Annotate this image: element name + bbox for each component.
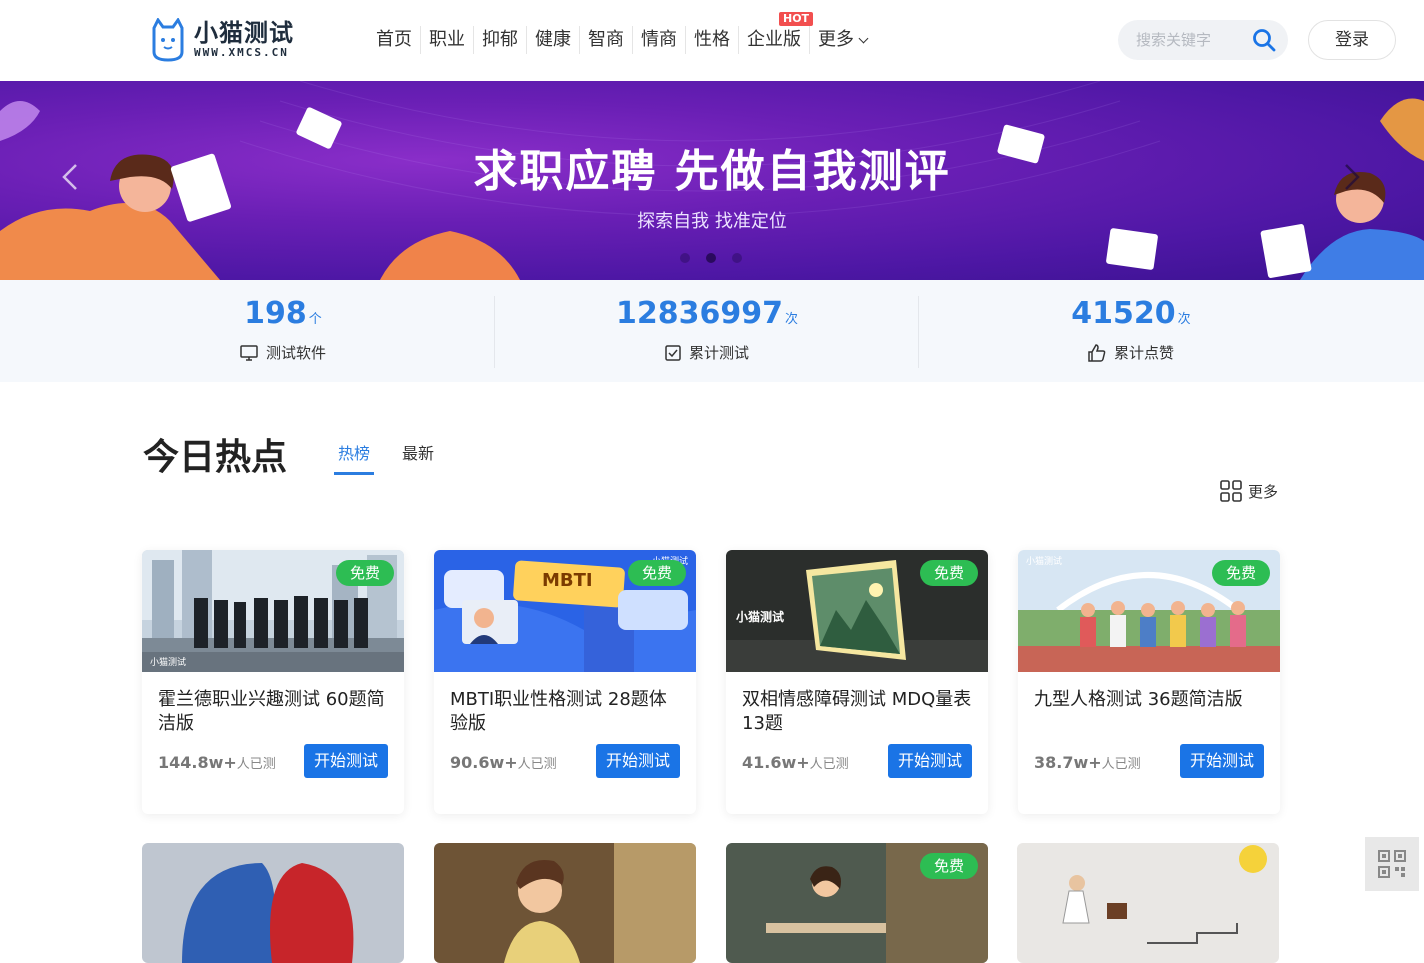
nav-iq[interactable]: 智商 xyxy=(580,26,633,54)
card-art-label: MBTI xyxy=(542,570,593,591)
stat-value: 41520 xyxy=(1071,296,1176,331)
free-badge: 免费 xyxy=(919,560,978,586)
card-count-suffix: 人已测 xyxy=(809,757,849,772)
stat-label: 测试软件 xyxy=(265,344,326,362)
card-image: MBTI 小猫测试 免费 xyxy=(434,550,696,672)
card-count-suffix: 人已测 xyxy=(236,757,276,772)
nav-home[interactable]: 首页 xyxy=(368,26,421,54)
free-badge: 免费 xyxy=(335,560,394,586)
login-button[interactable]: 登录 xyxy=(1308,20,1396,60)
section-tabs: 热榜 最新 xyxy=(334,438,438,475)
banner-prev-arrow-icon[interactable] xyxy=(62,163,78,191)
tab-latest[interactable]: 最新 xyxy=(398,438,438,475)
banner-title: 求职应聘 先做自我测评 xyxy=(473,146,951,197)
test-card[interactable]: MBTI 小猫测试 免费 MBTI职业性格测试 28题体验版 90.6w+人已测… xyxy=(434,550,696,814)
free-badge: 免费 xyxy=(1211,560,1270,586)
test-card[interactable]: 小猫测试 免费 霍兰德职业兴趣测试 60题简洁版 144.8w+人已测 开始测试 xyxy=(142,550,404,814)
stat-unit: 次 xyxy=(784,312,798,327)
card-watermark: 小猫测试 xyxy=(736,610,785,624)
free-badge: 免费 xyxy=(627,560,686,586)
main-nav: 首页 职业 抑郁 健康 智商 情商 性格 企业版 HOT 更多 xyxy=(368,12,875,56)
stat-unit: 次 xyxy=(1177,312,1191,327)
test-card-image[interactable] xyxy=(434,843,696,963)
card-image: 小猫测试 免费 xyxy=(726,550,988,672)
logo-title: 小猫测试 xyxy=(194,19,294,47)
start-test-button[interactable]: 开始测试 xyxy=(596,744,680,778)
more-link[interactable]: 更多 xyxy=(1220,480,1278,502)
start-test-button[interactable]: 开始测试 xyxy=(888,744,972,778)
cat-logo-icon xyxy=(152,18,184,62)
stat-software: 198 个 测试软件 xyxy=(71,280,495,382)
checkbox-icon xyxy=(665,344,681,361)
test-card-image[interactable]: 免费 xyxy=(726,843,988,963)
monitor-icon xyxy=(240,344,258,361)
qr-code-icon xyxy=(1378,850,1406,878)
logo-domain: WWW.XMCS.CN xyxy=(194,46,289,59)
banner-subtitle: 探索自我 找准定位 xyxy=(637,211,787,232)
test-card[interactable]: 小猫测试 免费 双相情感障碍测试 MDQ量表13题 41.6w+人已测 开始测试 xyxy=(726,550,988,814)
stat-label: 累计点赞 xyxy=(1113,344,1174,362)
card-image: 小猫测试 免费 xyxy=(142,550,404,672)
nav-more-label: 更多 xyxy=(818,29,854,50)
card-count: 38.7w+ xyxy=(1034,753,1102,772)
card-title[interactable]: 九型人格测试 36题简洁版 xyxy=(1034,688,1266,712)
card-title[interactable]: 双相情感障碍测试 MDQ量表13题 xyxy=(742,688,974,736)
free-badge: 免费 xyxy=(919,853,978,879)
card-count-suffix: 人已测 xyxy=(517,757,557,772)
grid-icon xyxy=(1220,480,1242,502)
nav-health[interactable]: 健康 xyxy=(527,26,580,54)
site-header: 小猫测试 WWW.XMCS.CN 首页 职业 抑郁 健康 智商 情商 性格 企业… xyxy=(0,0,1424,80)
test-card[interactable]: 小猫测试 免费 九型人格测试 36题简洁版 38.7w+人已测 开始测试 xyxy=(1018,550,1280,814)
site-logo[interactable]: 小猫测试 WWW.XMCS.CN xyxy=(150,16,340,64)
banner-dot-active[interactable] xyxy=(706,253,716,263)
stat-label: 累计测试 xyxy=(688,344,749,362)
search-icon[interactable] xyxy=(1252,28,1276,52)
stats-bar: 198 个 测试软件 12836997 次 累计测试 41520 次 累计点赞 xyxy=(0,280,1424,382)
search-box xyxy=(1118,20,1288,60)
qr-code-button[interactable] xyxy=(1365,837,1419,891)
card-count: 90.6w+ xyxy=(450,753,518,772)
test-card-image[interactable] xyxy=(142,843,404,963)
card-count-suffix: 人已测 xyxy=(1101,757,1141,772)
thumbs-up-icon xyxy=(1088,343,1106,362)
nav-enterprise-label: 企业版 xyxy=(747,29,801,50)
banner-dot[interactable] xyxy=(680,253,690,263)
nav-enterprise[interactable]: 企业版 HOT xyxy=(739,12,814,54)
banner-pagination xyxy=(680,253,742,263)
section-title: 今日热点 xyxy=(143,437,288,478)
hero-banner[interactable]: 求职应聘 先做自我测评 探索自我 找准定位 xyxy=(0,81,1424,280)
start-test-button[interactable]: 开始测试 xyxy=(304,744,388,778)
more-label: 更多 xyxy=(1248,482,1279,501)
card-watermark: 小猫测试 xyxy=(150,658,187,668)
card-title[interactable]: 霍兰德职业兴趣测试 60题简洁版 xyxy=(158,688,390,736)
hot-badge: HOT xyxy=(779,12,814,26)
card-title[interactable]: MBTI职业性格测试 28题体验版 xyxy=(450,688,682,736)
banner-next-arrow-icon[interactable] xyxy=(1344,163,1360,191)
start-test-button[interactable]: 开始测试 xyxy=(1180,744,1264,778)
test-card-image[interactable] xyxy=(1017,843,1279,963)
card-count: 144.8w+ xyxy=(158,753,237,772)
stat-likes: 41520 次 累计点赞 xyxy=(919,280,1343,382)
stat-tests: 12836997 次 累计测试 xyxy=(495,280,919,382)
tab-hot[interactable]: 热榜 xyxy=(334,438,375,475)
card-image: 小猫测试 免费 xyxy=(1018,550,1280,672)
nav-depression[interactable]: 抑郁 xyxy=(474,26,527,54)
card-watermark: 小猫测试 xyxy=(1026,557,1063,567)
stat-value: 12836997 xyxy=(615,296,783,331)
nav-eq[interactable]: 情商 xyxy=(633,26,686,54)
banner-dot[interactable] xyxy=(732,253,742,263)
stat-value: 198 xyxy=(244,296,307,331)
chevron-down-icon xyxy=(858,33,869,43)
nav-more[interactable]: 更多 xyxy=(810,26,875,54)
search-input[interactable] xyxy=(1136,31,1248,49)
nav-personality[interactable]: 性格 xyxy=(686,26,739,54)
nav-career[interactable]: 职业 xyxy=(421,26,474,54)
stat-unit: 个 xyxy=(308,312,322,327)
card-count: 41.6w+ xyxy=(742,753,810,772)
